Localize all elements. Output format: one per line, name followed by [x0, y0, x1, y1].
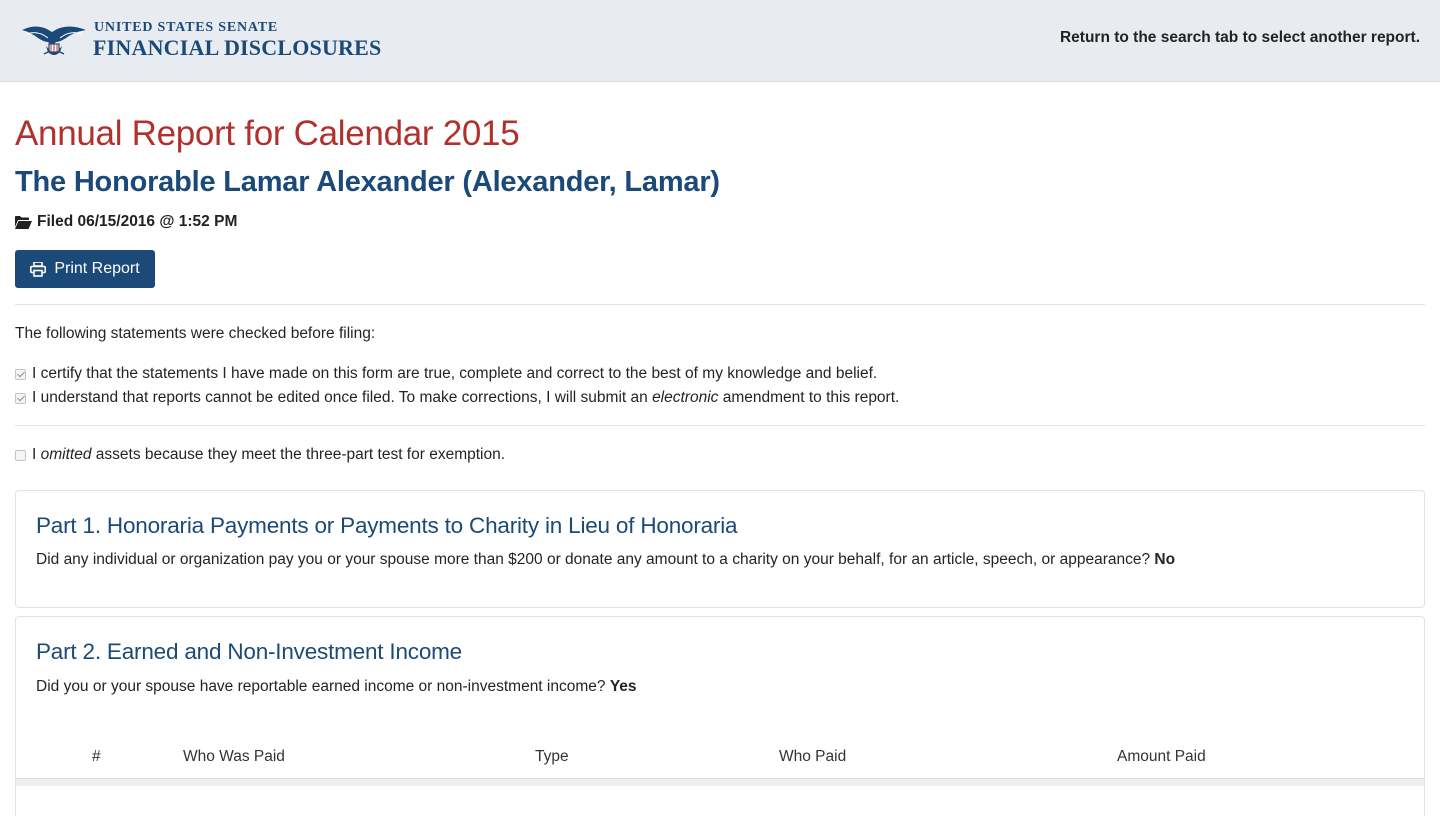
column-header-type[interactable]: Type: [535, 748, 569, 766]
part1-title: Part 1. Honoraria Payments or Payments t…: [36, 513, 738, 538]
part2-card: Part 2. Earned and Non-Investment Income…: [15, 616, 1425, 816]
folder-open-icon: [15, 215, 32, 229]
understand-text-pre: I understand that reports cannot be edit…: [32, 389, 653, 406]
omitted-text-em: omitted: [40, 446, 92, 463]
logo-line-1: UNITED STATES SENATE: [94, 20, 279, 35]
part1-question: Did any individual or organization pay y…: [36, 551, 1175, 569]
part2-question-text: Did you or your spouse have reportable e…: [36, 678, 610, 695]
omitted-text-post: assets because they meet the three-part …: [91, 446, 506, 463]
divider: [15, 304, 1425, 305]
part2-title: Part 2. Earned and Non-Investment Income: [36, 639, 462, 664]
understand-statement: I understand that reports cannot be edit…: [15, 389, 899, 407]
site-header: UNITED STATES SENATE FINANCIAL DISCLOSUR…: [0, 0, 1440, 82]
member-name: The Honorable Lamar Alexander (Alexander…: [15, 166, 720, 198]
omitted-checkbox[interactable]: [15, 449, 26, 461]
part2-question: Did you or your spouse have reportable e…: [36, 678, 637, 696]
divider: [15, 425, 1425, 426]
understand-checkbox[interactable]: [15, 392, 26, 404]
filed-date: Filed 06/15/2016 @ 1:52 PM: [15, 213, 237, 231]
return-to-search-link[interactable]: Return to the search tab to select anoth…: [1060, 29, 1420, 47]
omitted-statement: I omitted assets because they meet the t…: [15, 446, 505, 464]
part1-question-text: Did any individual or organization pay y…: [36, 551, 1155, 568]
certify-checkbox[interactable]: [15, 368, 26, 380]
senate-logo[interactable]: UNITED STATES SENATE FINANCIAL DISCLOSUR…: [20, 18, 400, 62]
column-header-who-was-paid[interactable]: Who Was Paid: [183, 748, 285, 766]
column-header-amount-paid[interactable]: Amount Paid: [1117, 748, 1206, 766]
logo-line-2: FINANCIAL DISCLOSURES: [93, 35, 382, 60]
part1-answer: No: [1154, 551, 1176, 568]
statements-intro: The following statements were checked be…: [15, 325, 376, 342]
filed-text: Filed 06/15/2016 @ 1:52 PM: [37, 213, 238, 230]
part1-card: Part 1. Honoraria Payments or Payments t…: [15, 490, 1425, 608]
omitted-text-pre: I: [32, 446, 41, 463]
print-report-button[interactable]: Print Report: [15, 250, 155, 288]
column-header-number[interactable]: #: [92, 748, 101, 766]
part2-answer: Yes: [609, 678, 637, 695]
report-title: Annual Report for Calendar 2015: [15, 114, 520, 153]
print-report-label: Print Report: [54, 260, 140, 277]
certify-text: I certify that the statements I have mad…: [32, 365, 878, 382]
printer-icon: [30, 261, 47, 277]
certify-statement: I certify that the statements I have mad…: [15, 365, 877, 383]
understand-text-em: electronic: [652, 389, 719, 406]
understand-text-post: amendment to this report.: [718, 389, 900, 406]
eagle-icon: [22, 26, 86, 55]
column-header-who-paid[interactable]: Who Paid: [779, 748, 846, 766]
